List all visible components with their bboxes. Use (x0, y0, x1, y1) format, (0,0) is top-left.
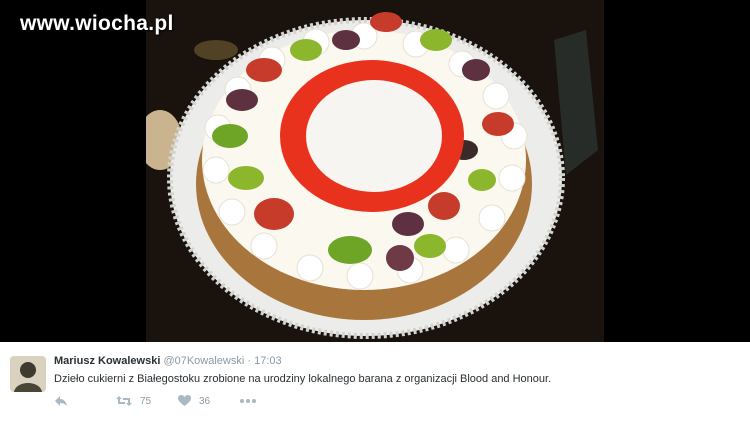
heart-icon (178, 395, 191, 406)
reply-button[interactable] (54, 392, 68, 410)
tweet-card: Mariusz Kowalewski @07Kowalewski · 17:03… (0, 342, 750, 423)
site-watermark: www.wiocha.pl (20, 12, 174, 35)
author-name[interactable]: Mariusz Kowalewski (54, 355, 160, 367)
reply-icon (55, 396, 67, 406)
tweet-text: Dzieło cukierni z Białegostoku zrobione … (54, 373, 552, 385)
header-separator: · (247, 355, 252, 367)
avatar-image (10, 356, 46, 392)
more-button[interactable] (240, 392, 256, 410)
more-icon (240, 399, 256, 403)
author-handle[interactable]: @07Kowalewski (163, 355, 244, 367)
retweet-button[interactable]: 75 (116, 392, 151, 410)
photo-frame: www.wiocha.pl (0, 0, 750, 342)
like-button[interactable]: 36 (178, 392, 210, 410)
avatar[interactable] (10, 356, 46, 392)
tweet-header: Mariusz Kowalewski @07Kowalewski · 17:03 (54, 355, 282, 367)
retweet-count: 75 (140, 395, 152, 407)
cake-illustration (146, 0, 604, 342)
retweet-icon (116, 396, 132, 406)
like-count: 36 (199, 395, 211, 407)
tweet-time[interactable]: 17:03 (254, 355, 282, 367)
cake-photo (146, 0, 604, 342)
